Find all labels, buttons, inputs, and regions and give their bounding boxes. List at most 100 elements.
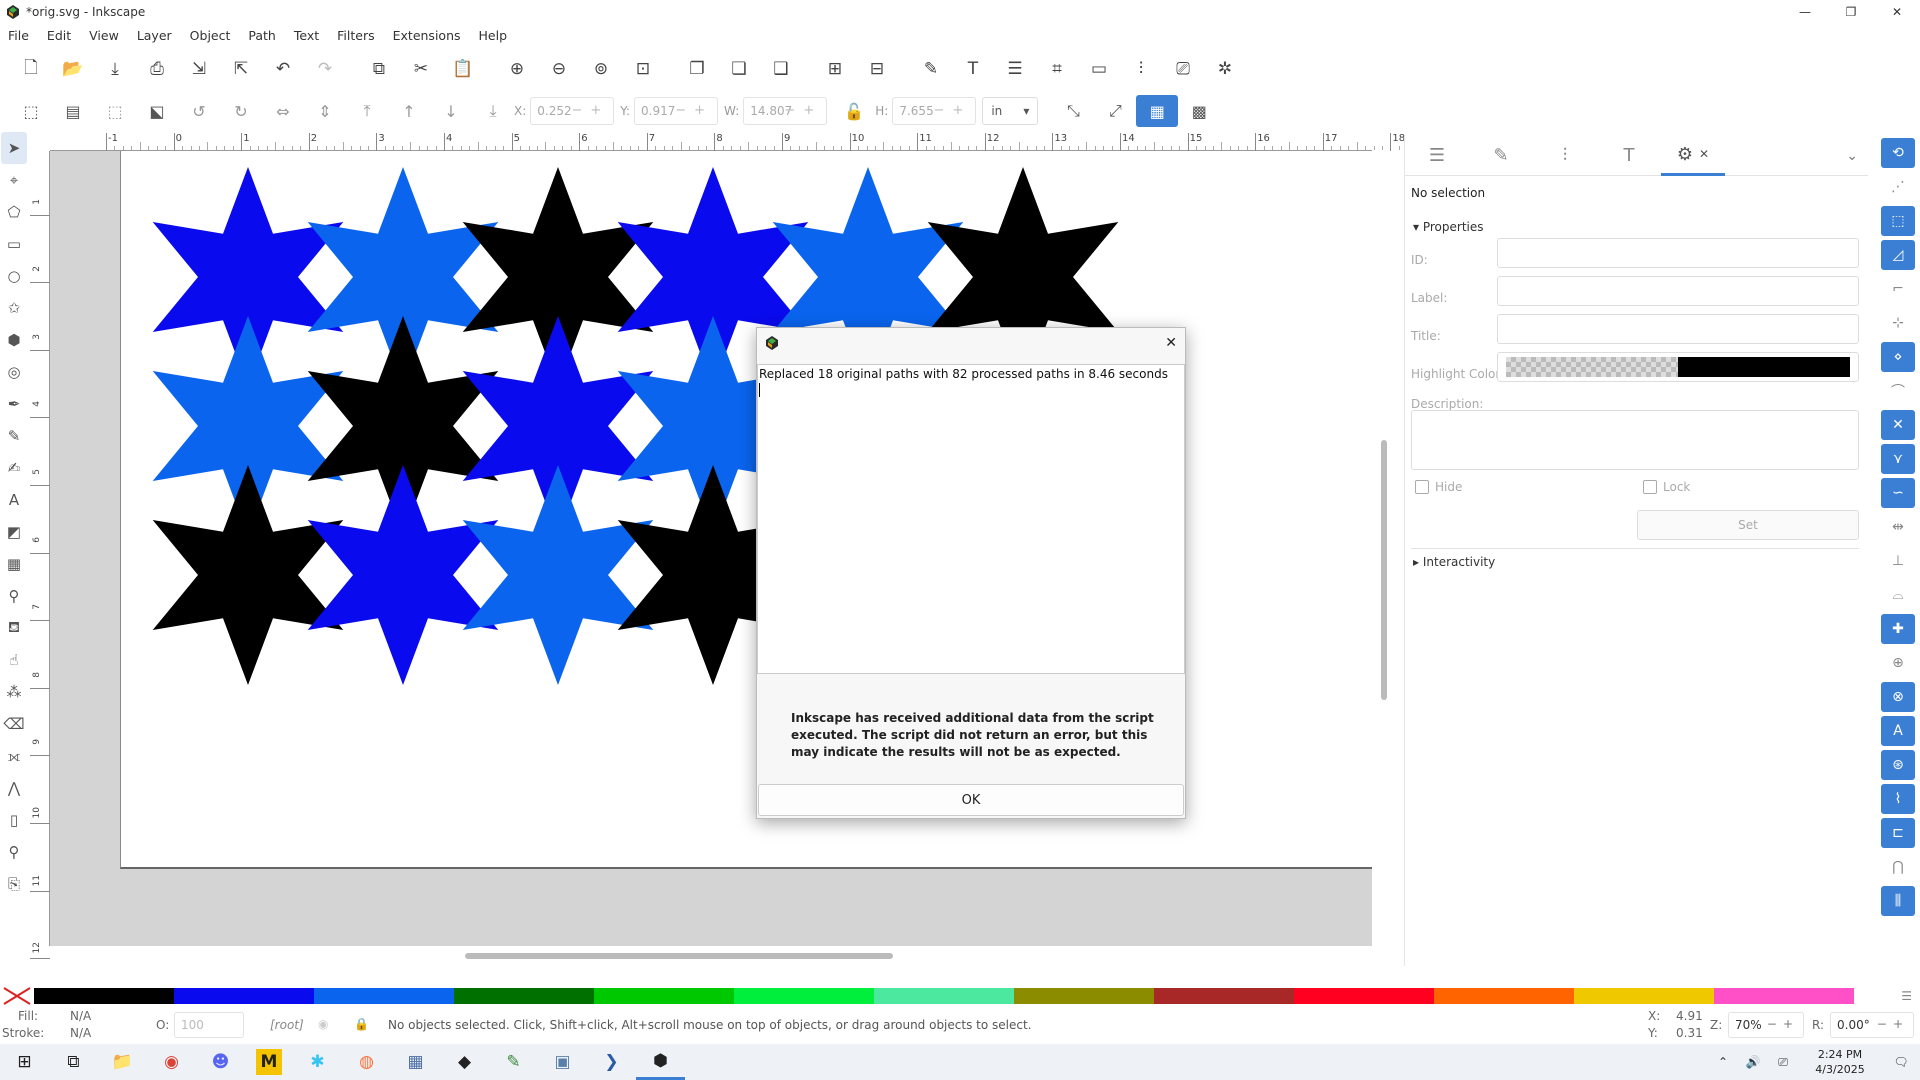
snap-distribution-icon[interactable]: ⫼	[1881, 886, 1915, 916]
horizontal-scrollbar[interactable]	[465, 953, 893, 959]
set-button[interactable]: Set	[1637, 510, 1859, 540]
select-all-icon[interactable]: ⬚	[10, 95, 52, 127]
fill-stroke-icon[interactable]: ✎	[910, 53, 952, 85]
ok-button[interactable]: OK	[758, 784, 1184, 816]
cut-icon[interactable]: ✂	[400, 53, 442, 85]
preferences-icon[interactable]: ✲	[1204, 53, 1246, 85]
firefox-icon[interactable]: ◍	[342, 1044, 391, 1080]
calligraphy-tool-icon[interactable]: ✍	[1, 452, 27, 484]
import-icon[interactable]: ⇲	[178, 53, 220, 85]
snap-guide-icon[interactable]: ⌇	[1881, 784, 1915, 814]
pen-tool-icon[interactable]: ✒	[1, 388, 27, 420]
color-swatch[interactable]	[454, 988, 594, 1004]
export-icon[interactable]: ⇱	[220, 53, 262, 85]
color-swatch[interactable]	[1014, 988, 1154, 1004]
w-input[interactable]: 14.807 −+	[743, 97, 828, 125]
notifications-icon[interactable]: 🗨	[1882, 1055, 1920, 1069]
close-window-button[interactable]: ✕	[1874, 0, 1920, 24]
no-paint-swatch[interactable]	[0, 986, 34, 1006]
highlight-color-picker[interactable]	[1497, 352, 1859, 382]
color-swatch[interactable]	[874, 988, 1014, 1004]
x-stepper-icon[interactable]: −+	[571, 103, 609, 118]
zoom-tool-icon[interactable]: ⚲	[1, 836, 27, 868]
print-preview-icon[interactable]: ⎚	[1162, 53, 1204, 85]
snap-cusp-icon[interactable]: ⋎	[1881, 444, 1915, 474]
minimize-button[interactable]: —	[1782, 0, 1828, 24]
menu-layer[interactable]: Layer	[137, 28, 172, 43]
snap-text-baseline-icon[interactable]: ⊗	[1881, 682, 1915, 712]
clone-icon[interactable]: ❏	[718, 53, 760, 85]
w-stepper-icon[interactable]: −+	[784, 103, 822, 118]
text-tool-icon[interactable]: A	[1, 484, 27, 516]
snap-bbox-midpoint-icon[interactable]: ⊹	[1881, 308, 1915, 338]
volume-icon[interactable]: 🔊	[1738, 1055, 1768, 1069]
windows-start-icon[interactable]: ⊞	[0, 1044, 49, 1080]
menu-object[interactable]: Object	[190, 28, 231, 43]
3d-box-tool-icon[interactable]: ⬢	[1, 324, 27, 356]
restore-button[interactable]: ❐	[1828, 0, 1874, 24]
powershell-icon[interactable]: ❯	[587, 1044, 636, 1080]
snap-bbox-corner-icon[interactable]: ⌐	[1881, 274, 1915, 304]
snap-options-icon[interactable]: ⋰	[1881, 172, 1915, 202]
node-tool-icon[interactable]: ⌖	[1, 164, 27, 196]
gradient-tool-icon[interactable]: ◩	[1, 516, 27, 548]
opacity-input[interactable]: 100	[174, 1012, 244, 1038]
chevron-down-icon[interactable]: ⌄	[1846, 148, 1858, 164]
pages-tool-icon[interactable]: ⎘	[1, 868, 27, 900]
color-swatch[interactable]	[594, 988, 734, 1004]
tray-chevron-icon[interactable]: ⌃	[1708, 1055, 1738, 1069]
snap-alignment-icon[interactable]: ⋂	[1881, 852, 1915, 882]
raise-icon[interactable]: ↑	[388, 95, 430, 127]
y-input[interactable]: 0.917 −+	[634, 97, 719, 125]
script-output-text[interactable]: Replaced 18 original paths with 82 proce…	[757, 364, 1185, 674]
inkscape-taskbar-icon[interactable]: ◆	[440, 1044, 489, 1080]
image-viewer-icon[interactable]: ▣	[538, 1044, 587, 1080]
label-input[interactable]	[1497, 276, 1859, 306]
flip-vertical-icon[interactable]: ⇕	[304, 95, 346, 127]
pencil-tool-icon[interactable]: ✎	[1, 420, 27, 452]
menu-file[interactable]: File	[8, 28, 29, 43]
document-properties-icon[interactable]: ▭	[1078, 53, 1120, 85]
tab-layers[interactable]: ☰	[1405, 136, 1469, 176]
tab-text[interactable]: T	[1597, 136, 1661, 176]
snap-perpendicular-icon[interactable]: ⊥	[1881, 546, 1915, 576]
color-swatch[interactable]	[314, 988, 454, 1004]
menu-filters[interactable]: Filters	[337, 28, 374, 43]
selector-tool-icon[interactable]: ➤	[1, 132, 27, 164]
raise-top-icon[interactable]: ⤒	[346, 95, 388, 127]
tab-fill-stroke[interactable]: ✎	[1469, 136, 1533, 176]
text-font-icon[interactable]: T	[952, 53, 994, 85]
color-swatch[interactable]	[1154, 988, 1294, 1004]
menu-edit[interactable]: Edit	[47, 28, 71, 43]
print-icon[interactable]: ⎙	[136, 53, 178, 85]
paint-bucket-icon[interactable]: ⛾	[1, 612, 27, 644]
color-swatch[interactable]	[1434, 988, 1574, 1004]
tweak-tool-icon[interactable]: ☝	[1, 644, 27, 676]
star-shape[interactable]	[152, 465, 344, 685]
measure-tool-icon[interactable]: ▯	[1, 804, 27, 836]
xml-editor-icon[interactable]: ⌗	[1036, 53, 1078, 85]
h-stepper-icon[interactable]: −+	[934, 103, 972, 118]
calculator-icon[interactable]: ▦	[391, 1044, 440, 1080]
dropper-tool-icon[interactable]: ⚲	[1, 580, 27, 612]
open-file-icon[interactable]: 📂	[52, 53, 94, 85]
snap-midpoint-icon[interactable]: ⇹	[1881, 512, 1915, 542]
zoom-width-icon[interactable]: ⊡	[622, 53, 664, 85]
discord-icon[interactable]: ☻	[196, 1044, 245, 1080]
shape-builder-icon[interactable]: ⬠	[1, 196, 27, 228]
scale-corners-icon[interactable]: ⤢	[1094, 95, 1136, 127]
menu-path[interactable]: Path	[248, 28, 275, 43]
network-icon[interactable]: ⎚	[1768, 1055, 1798, 1070]
mesh-tool-icon[interactable]: ▦	[1, 548, 27, 580]
zoom-stepper-icon[interactable]: −+	[1767, 1017, 1799, 1031]
layers-icon[interactable]: ☰	[994, 53, 1036, 85]
id-input[interactable]	[1497, 238, 1859, 268]
close-tab-icon[interactable]: ✕	[1699, 147, 1709, 161]
snap-center-icon[interactable]: ✚	[1881, 614, 1915, 644]
snap-path-icon[interactable]: ⌒	[1881, 376, 1915, 406]
snap-bbox-icon[interactable]: ⬚	[1881, 206, 1915, 236]
snap-smooth-icon[interactable]: ∽	[1881, 478, 1915, 508]
y-stepper-icon[interactable]: −+	[675, 103, 713, 118]
lower-icon[interactable]: ↓	[430, 95, 472, 127]
file-explorer-icon[interactable]: 📁	[98, 1044, 147, 1080]
